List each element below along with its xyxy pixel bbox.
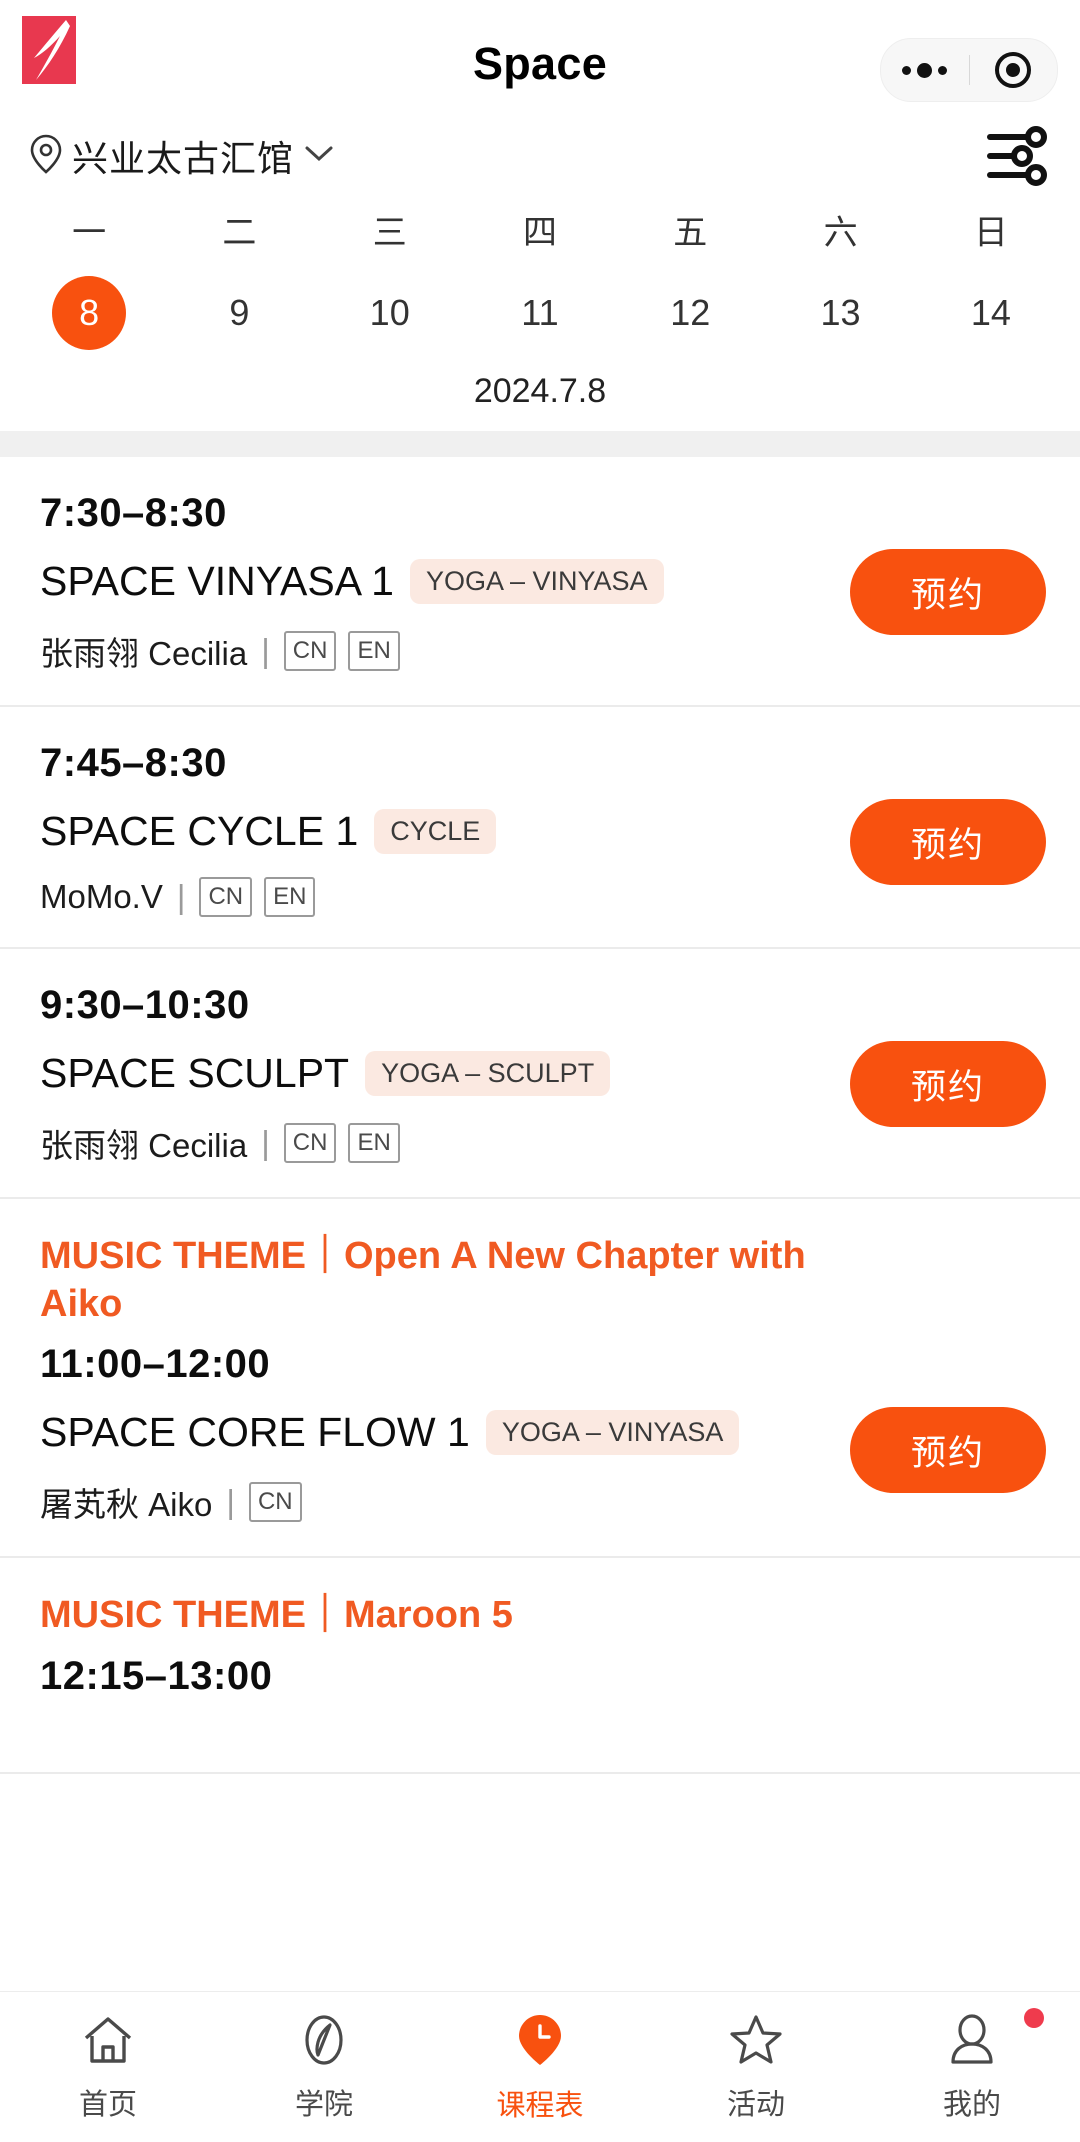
class-card[interactable]: MUSIC THEME｜Open A New Chapter with Aiko… — [0, 1199, 1080, 1558]
location-selector[interactable]: 兴业太古汇馆 — [30, 130, 334, 182]
teacher-separator: | — [261, 632, 270, 669]
weekday-label: 六 — [823, 214, 858, 252]
class-name: SPACE SCULPT — [40, 1050, 350, 1096]
book-button[interactable]: 预约 — [850, 1407, 1046, 1493]
music-theme-banner: MUSIC THEME｜Open A New Chapter with Aiko — [40, 1235, 806, 1325]
nav-item-schedule[interactable]: 课程表 — [432, 2011, 648, 2124]
location-row: 兴业太古汇馆 — [0, 115, 1080, 197]
target-circle-icon[interactable] — [970, 39, 1058, 101]
nav-label: 学院 — [294, 2088, 353, 2121]
teacher-name: 张雨翎 Cecilia — [40, 1127, 248, 1164]
book-button[interactable]: 预约 — [850, 799, 1046, 885]
language-badge-en: EN — [348, 1123, 400, 1163]
book-button[interactable]: 预约 — [850, 1041, 1046, 1127]
nav-label: 课程表 — [496, 2089, 584, 2122]
language-badge-cn: CN — [283, 631, 337, 671]
teacher-name: MoMo.V — [40, 878, 163, 915]
top-bar: Space — [0, 0, 1080, 115]
schedule-clock-pin-icon — [512, 2011, 568, 2074]
teacher-separator: | — [226, 1483, 235, 1520]
language-badge-en: EN — [264, 877, 316, 917]
language-badge-cn: CN — [248, 1482, 302, 1522]
weekday-label: 五 — [673, 214, 708, 252]
class-card[interactable]: 7:45–8:30 SPACE CYCLE 1 CYCLE MoMo.V | C… — [0, 707, 1080, 949]
calendar-day-row: 8 9 10 11 12 13 14 — [0, 276, 1080, 350]
class-card[interactable]: 9:30–10:30 SPACE SCULPT YOGA – SCULPT 张雨… — [0, 949, 1080, 1199]
nav-label: 活动 — [726, 2088, 785, 2121]
nav-item-academy[interactable]: 学院 — [216, 2012, 432, 2123]
teacher-name: 屠芄秋 Aiko — [40, 1486, 213, 1523]
class-category-tag: YOGA – VINYASA — [409, 559, 664, 604]
teacher-name: 张雨翎 Cecilia — [40, 635, 248, 672]
class-time: 7:45–8:30 — [40, 741, 227, 785]
class-card[interactable]: 7:30–8:30 SPACE VINYASA 1 YOGA – VINYASA… — [0, 457, 1080, 707]
calendar-day-13[interactable]: 13 — [804, 276, 878, 350]
class-category-tag: CYCLE — [374, 809, 497, 854]
class-name: SPACE VINYASA 1 — [40, 558, 394, 604]
section-divider-band — [0, 431, 1080, 457]
language-badge-en: EN — [348, 631, 400, 671]
location-pin-icon — [30, 134, 62, 179]
nav-item-profile[interactable]: 我的 — [864, 2007, 1080, 2123]
class-category-tag: YOGA – SCULPT — [365, 1051, 611, 1096]
weekday-label: 二 — [222, 214, 257, 252]
calendar-day-14[interactable]: 14 — [954, 276, 1028, 350]
music-theme-banner: MUSIC THEME｜Maroon 5 — [40, 1594, 513, 1636]
home-icon — [80, 2012, 136, 2073]
class-time: 12:15–13:00 — [40, 1653, 273, 1698]
calendar-day-11[interactable]: 11 — [503, 276, 577, 350]
nav-item-home[interactable]: 首页 — [0, 2012, 216, 2123]
class-schedule-list: 7:30–8:30 SPACE VINYASA 1 YOGA – VINYASA… — [0, 457, 1080, 1774]
language-badge-cn: CN — [199, 877, 253, 917]
wechat-capsule[interactable] — [880, 38, 1058, 102]
nav-label: 首页 — [78, 2088, 137, 2121]
weekday-label: 三 — [372, 214, 407, 252]
calendar-day-8[interactable]: 8 — [52, 276, 127, 350]
more-dots-icon[interactable] — [881, 39, 969, 101]
notification-badge-dot — [1024, 2007, 1044, 2028]
class-name: SPACE CYCLE 1 — [40, 808, 359, 854]
class-time: 9:30–10:30 — [40, 983, 250, 1027]
calendar-day-12[interactable]: 12 — [653, 276, 727, 350]
language-badge-cn: CN — [283, 1123, 337, 1163]
book-button[interactable]: 预约 — [850, 549, 1046, 635]
calendar-day-10[interactable]: 10 — [353, 276, 427, 350]
class-name: SPACE CORE FLOW 1 — [40, 1409, 470, 1455]
teacher-separator: | — [176, 878, 186, 915]
class-card[interactable]: MUSIC THEME｜Maroon 5 12:15–13:00 — [0, 1558, 1080, 1774]
compass-icon — [296, 2012, 352, 2073]
nav-item-events[interactable]: 活动 — [648, 2012, 864, 2123]
location-name: 兴业太古汇馆 — [72, 138, 295, 179]
weekday-label: 一 — [72, 214, 107, 252]
weekday-label: 四 — [522, 214, 557, 252]
class-time: 11:00–12:00 — [40, 1342, 271, 1386]
selected-date-label: 2024.7.8 — [473, 372, 607, 410]
teacher-separator: | — [261, 1124, 270, 1161]
calendar-weekday-row: 一 二 三 四 五 六 日 — [0, 205, 1080, 254]
class-time: 7:30–8:30 — [40, 491, 227, 535]
chevron-down-icon — [304, 144, 334, 169]
weekday-label: 日 — [973, 214, 1008, 252]
star-icon — [728, 2012, 784, 2073]
bottom-navigation-bar: 首页 学院 课程表 活动 我的 — [0, 1991, 1080, 2142]
profile-person-icon — [944, 2012, 1000, 2073]
nav-label: 我的 — [942, 2088, 1001, 2121]
calendar-day-9[interactable]: 9 — [202, 276, 276, 350]
class-category-tag: YOGA – VINYASA — [485, 1410, 740, 1455]
filter-sliders-icon[interactable] — [986, 125, 1050, 192]
calendar-strip: 一 二 三 四 五 六 日 8 9 10 11 12 13 14 2024.7.… — [0, 205, 1080, 431]
